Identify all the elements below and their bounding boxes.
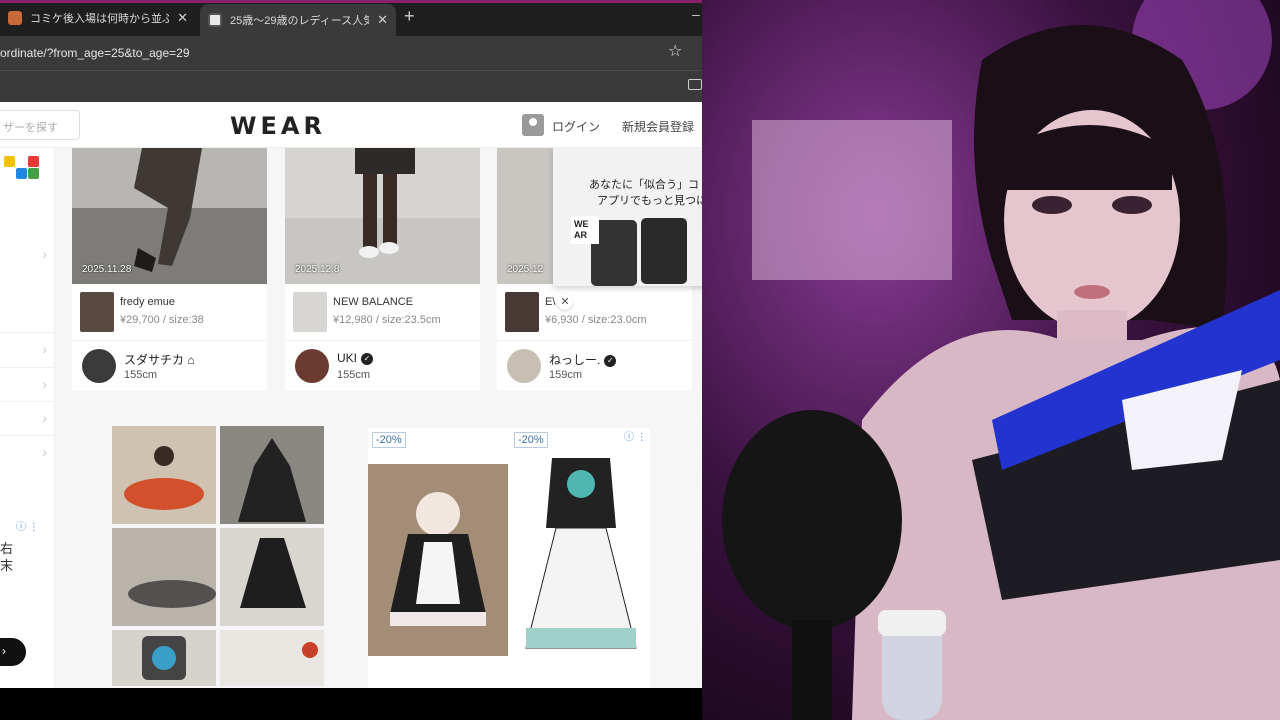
new-tab-button[interactable]: +: [404, 6, 415, 27]
tab-wear[interactable]: 25歳〜29歳のレディース人気ファッ… ✕: [200, 4, 396, 36]
verified-icon: ✓: [361, 352, 374, 365]
user-height: 159cm: [549, 369, 583, 381]
coordinate-card[interactable]: 2025.11.28 fredy emue ¥29,700 / size:38 …: [72, 148, 267, 390]
ad-image[interactable]: [112, 528, 216, 626]
left-advertisement[interactable]: ⓘ ⋮ 右 末 ›: [0, 514, 40, 686]
user-height: 155cm: [337, 369, 371, 381]
register-link[interactable]: 新規会員登録: [622, 118, 694, 135]
coordinate-photo[interactable]: 2025.12.8: [285, 148, 480, 284]
bookmark-star-icon[interactable]: ☆: [668, 41, 682, 61]
ad-text: 右 末: [0, 541, 14, 573]
phone-mockup: [641, 218, 687, 284]
tab-title: コミケ後入場は何時から並ぶ？…: [30, 13, 170, 25]
sidebar-item[interactable]: [0, 238, 55, 273]
app-grid-icon[interactable]: [4, 156, 39, 180]
item-thumbnail[interactable]: [80, 292, 114, 332]
product-advertisement[interactable]: -20% -20% ⓘ ⋮: [368, 428, 650, 688]
item-brand[interactable]: NEW BALANCE: [333, 296, 413, 308]
item-row[interactable]: NEW BALANCE ¥12,980 / size:23.5cm: [293, 292, 473, 334]
post-date: 2025.12.8: [295, 264, 340, 275]
tab-close-icon[interactable]: ✕: [377, 12, 388, 28]
site-favicon-icon: [8, 11, 22, 25]
home-icon: ⌂: [187, 353, 195, 367]
bookmarks-bar: [0, 70, 702, 102]
user-search-input[interactable]: ザーを探す: [0, 110, 80, 140]
verified-icon: ✓: [604, 354, 617, 367]
ad-info-icon[interactable]: ⓘ ⋮: [16, 518, 39, 533]
wear-logo[interactable]: WEAR: [230, 112, 326, 140]
browser-window: コミケ後入場は何時から並ぶ？… ✕ 25歳〜29歳のレディース人気ファッ… ✕ …: [0, 0, 702, 688]
taskbar-strip: [0, 688, 702, 720]
promo-text: あなたに「似合う」コ: [589, 179, 699, 191]
ad-image[interactable]: [112, 426, 216, 524]
avatar[interactable]: [295, 349, 329, 383]
user-name[interactable]: ねっしー. ✓: [549, 351, 617, 368]
app-promo-popup[interactable]: あなたに「似合う」コ アプリでもっと見つに WE AR ✕: [553, 148, 702, 310]
item-thumbnail[interactable]: [293, 292, 327, 332]
post-date: 2025.11.28: [82, 264, 132, 275]
wear-header: ザーを探す WEAR ログイン 新規会員登録: [0, 102, 702, 148]
item-brand[interactable]: fredy emue: [120, 296, 175, 308]
coordinate-card[interactable]: 2025.12.8 NEW BALANCE ¥12,980 / size:23.…: [285, 148, 480, 390]
ad-image[interactable]: [220, 630, 324, 686]
address-bar[interactable]: ordinate/?from_age=25&to_age=29 ☆: [0, 36, 702, 70]
tab-close-icon[interactable]: ✕: [177, 10, 188, 26]
url-text[interactable]: ordinate/?from_age=25&to_age=29: [0, 46, 190, 60]
close-icon[interactable]: ✕: [557, 294, 573, 310]
promo-text: アプリでもっと見つに: [597, 195, 702, 207]
user-row[interactable]: ねっしー. ✓ 159cm: [497, 340, 692, 388]
user-icon[interactable]: [522, 114, 544, 136]
tab-strip: コミケ後入場は何時から並ぶ？… ✕ 25歳〜29歳のレディース人気ファッ… ✕ …: [0, 0, 702, 36]
user-height: 155cm: [124, 369, 158, 381]
discount-badge: -20%: [372, 432, 406, 448]
item-thumbnail[interactable]: [505, 292, 539, 332]
user-name[interactable]: UKI ✓: [337, 351, 374, 365]
item-row[interactable]: fredy emue ¥29,700 / size:38: [80, 292, 260, 334]
ad-product-image[interactable]: [512, 448, 650, 668]
discount-badge: -20%: [514, 432, 548, 448]
tab-title: 25歳〜29歳のレディース人気ファッ…: [230, 15, 370, 27]
item-price: ¥12,980 / size:23.5cm: [333, 314, 441, 326]
item-brand[interactable]: E\: [545, 296, 555, 308]
wear-app-logo: WE AR: [571, 216, 599, 244]
folder-icon[interactable]: [688, 79, 702, 90]
avatar[interactable]: [82, 349, 116, 383]
page-content: ⓘ ⋮ 右 末 › 2025.11.28 fredy emue ¥29,700 …: [0, 148, 702, 688]
tab-strip-accent: [0, 0, 702, 3]
login-link[interactable]: ログイン: [552, 118, 600, 135]
minimize-icon[interactable]: –: [692, 6, 700, 22]
ad-image[interactable]: [220, 426, 324, 524]
post-date: 2025.12: [507, 264, 544, 275]
sidebar-item[interactable]: [0, 367, 55, 402]
ad-product-image[interactable]: [368, 464, 508, 656]
sidebar-item[interactable]: [0, 435, 55, 470]
tab-comiket[interactable]: コミケ後入場は何時から並ぶ？… ✕: [0, 4, 196, 32]
ad-info-icon[interactable]: ⓘ ⋮: [624, 428, 647, 443]
item-price: ¥29,700 / size:38: [120, 314, 204, 326]
sidebar-item[interactable]: [0, 332, 55, 367]
ad-image[interactable]: [220, 528, 324, 626]
user-row[interactable]: スダサチカ ⌂ 155cm: [72, 340, 267, 388]
wear-favicon-icon: [208, 13, 222, 27]
streamer-webcam: [702, 0, 1280, 720]
user-row[interactable]: UKI ✓ 155cm: [285, 340, 480, 388]
user-name[interactable]: スダサチカ ⌂: [124, 351, 195, 368]
avatar[interactable]: [507, 349, 541, 383]
ad-arrow-button[interactable]: ›: [0, 638, 26, 666]
ad-image[interactable]: [112, 630, 216, 686]
item-price: ¥6,930 / size:23.0cm: [545, 314, 647, 326]
item-row[interactable]: E\ ¥6,930 / size:23.0cm: [505, 292, 685, 334]
sidebar-item[interactable]: [0, 401, 55, 436]
advertisement-grid[interactable]: [112, 426, 324, 688]
coordinate-photo[interactable]: 2025.11.28: [72, 148, 267, 284]
